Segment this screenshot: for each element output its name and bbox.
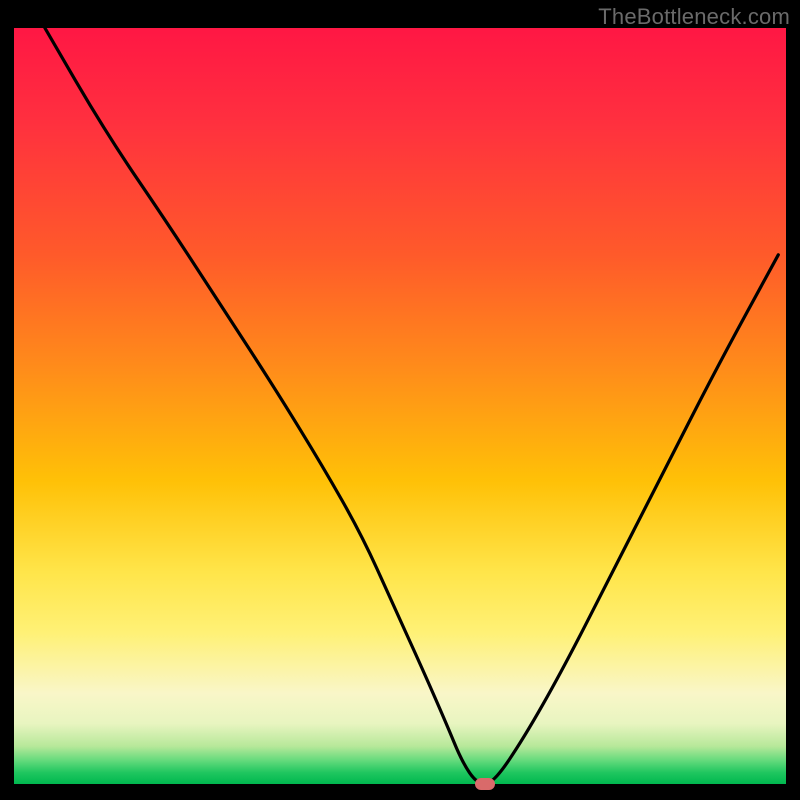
curve-path xyxy=(45,28,778,784)
watermark-text: TheBottleneck.com xyxy=(598,4,790,30)
chart-frame: TheBottleneck.com xyxy=(0,0,800,800)
minimum-marker xyxy=(475,778,495,790)
bottleneck-curve xyxy=(14,28,786,784)
plot-area xyxy=(14,28,786,784)
